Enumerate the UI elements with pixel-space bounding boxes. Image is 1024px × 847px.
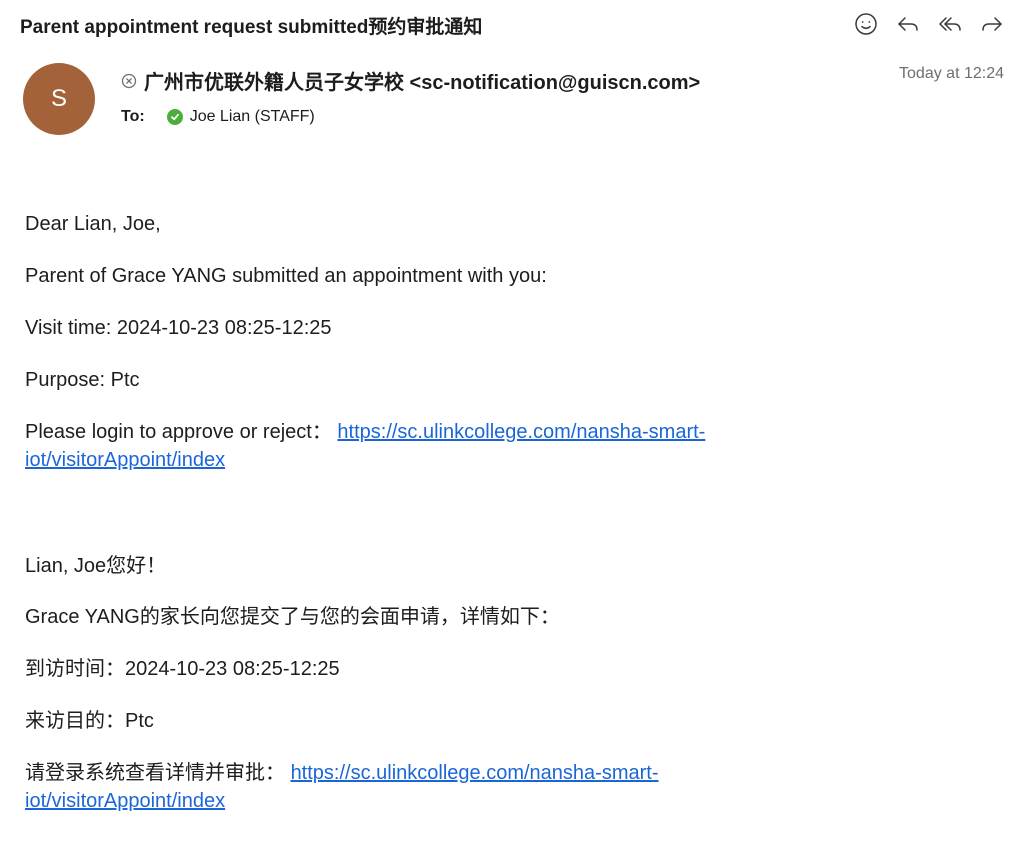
greeting-en: Dear Lian, Joe, — [25, 213, 161, 235]
approve-line-en: Please login to approve or reject： https… — [25, 418, 845, 474]
intro-en: Parent of Grace YANG submitted an appoin… — [25, 265, 547, 287]
reply-icon[interactable] — [894, 8, 922, 40]
intro-zh: Grace YANG的家长向您提交了与您的会面申请，详情如下： — [25, 606, 560, 628]
reply-all-icon[interactable] — [936, 8, 964, 40]
to-label: To: — [121, 108, 145, 125]
avatar: S — [23, 63, 95, 135]
message-toolbar — [852, 8, 1006, 40]
approve-line-zh: 请登录系统查看详情并审批： https://sc.ulinkcollege.co… — [25, 759, 845, 815]
timestamp: Today at 12:24 — [899, 65, 1004, 82]
recipient-line: To: Joe Lian (STAFF) — [121, 108, 315, 126]
unverified-sender-icon — [120, 72, 138, 90]
verified-check-icon — [166, 109, 183, 125]
purpose-zh: 来访目的：Ptc — [25, 710, 154, 732]
visit-time-en: Visit time: 2024-10-23 08:25-12:25 — [25, 317, 332, 339]
emoji-icon[interactable] — [852, 8, 880, 40]
sender-name: 广州市优联外籍人员子女学校 <sc-notification@guiscn.co… — [144, 72, 701, 94]
visit-time-zh: 到访时间：2024-10-23 08:25-12:25 — [25, 658, 340, 680]
forward-icon[interactable] — [978, 8, 1006, 40]
email-subject: Parent appointment request submitted预约审批… — [20, 17, 483, 38]
approve-text-zh: 请登录系统查看详情并审批： — [25, 762, 285, 784]
greeting-zh: Lian, Joe您好！ — [25, 555, 167, 577]
recipient-name[interactable]: Joe Lian (STAFF) — [190, 108, 315, 126]
purpose-en: Purpose: Ptc — [25, 369, 140, 391]
sender-line[interactable]: 广州市优联外籍人员子女学校 <sc-notification@guiscn.co… — [120, 66, 700, 95]
approve-text-en: Please login to approve or reject： — [25, 421, 332, 443]
